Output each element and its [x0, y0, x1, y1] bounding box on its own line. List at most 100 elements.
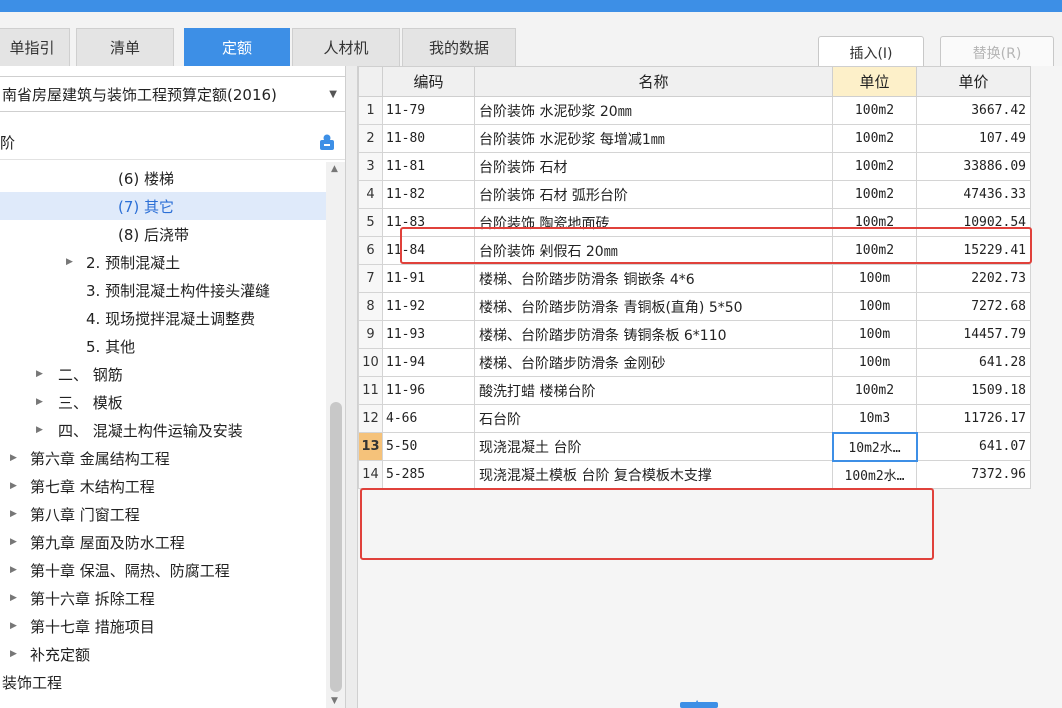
code-cell[interactable]: 11-83: [382, 208, 475, 237]
chevron-right-icon[interactable]: ▶: [10, 537, 17, 547]
tree-item[interactable]: ▶ 三、 模板: [0, 388, 326, 416]
scroll-down-icon[interactable]: ▼: [331, 696, 338, 706]
code-cell[interactable]: 11-82: [382, 180, 475, 209]
name-cell[interactable]: 楼梯、台阶踏步防滑条 青铜板(直角) 5*50: [474, 292, 833, 321]
unit-cell-editing[interactable]: 10m2水…: [831, 431, 918, 462]
tree-item[interactable]: ▶ 第十七章 措施项目: [0, 612, 326, 640]
tab-guide[interactable]: 单指引: [0, 28, 70, 66]
code-cell[interactable]: 11-79: [382, 96, 475, 125]
name-cell[interactable]: 楼梯、台阶踏步防滑条 金刚砂: [474, 348, 833, 377]
name-column-header[interactable]: 名称: [474, 66, 833, 97]
collapse-up-icon[interactable]: ▲: [694, 698, 700, 707]
table-row[interactable]: 1 11-79 台阶装饰 水泥砂浆 20㎜ 100m2 3667.42: [358, 96, 1031, 125]
code-cell[interactable]: 11-81: [382, 152, 475, 181]
chevron-right-icon[interactable]: ▶: [10, 649, 17, 659]
tree-item[interactable]: 4. 现场搅拌混凝土调整费: [0, 304, 326, 332]
price-cell[interactable]: 7372.96: [916, 460, 1031, 489]
tree-item[interactable]: (8) 后浇带: [0, 220, 326, 248]
search-input[interactable]: 阶: [0, 132, 15, 153]
tree-item[interactable]: 装饰工程: [0, 668, 326, 696]
tree-item[interactable]: 3. 预制混凝土构件接头灌缝: [0, 276, 326, 304]
chevron-right-icon[interactable]: ▶: [66, 257, 73, 267]
name-cell[interactable]: 现浇混凝土 台阶: [474, 432, 833, 461]
tree-item[interactable]: ▶ 第十六章 拆除工程: [0, 584, 326, 612]
name-cell[interactable]: 台阶装饰 剁假石 20㎜: [474, 236, 833, 265]
chevron-right-icon[interactable]: ▶: [10, 593, 17, 603]
search-row[interactable]: 阶: [0, 124, 345, 160]
price-cell[interactable]: 641.07: [916, 432, 1031, 461]
tab-bill[interactable]: 清单: [76, 28, 174, 66]
chevron-right-icon[interactable]: ▶: [10, 565, 17, 575]
tree-item[interactable]: ▶ 第九章 屋面及防水工程: [0, 528, 326, 556]
price-cell[interactable]: 11726.17: [916, 404, 1031, 433]
chevron-right-icon[interactable]: ▶: [10, 509, 17, 519]
price-cell[interactable]: 33886.09: [916, 152, 1031, 181]
panel-splitter[interactable]: [346, 66, 358, 708]
name-cell[interactable]: 台阶装饰 石材 弧形台阶: [474, 180, 833, 209]
tree-item[interactable]: ▶ 第七章 木结构工程: [0, 472, 326, 500]
unit-cell[interactable]: 10m3: [832, 404, 917, 433]
tree-item[interactable]: ▶ 第十章 保温、隔热、防腐工程: [0, 556, 326, 584]
price-cell[interactable]: 10902.54: [916, 208, 1031, 237]
code-cell[interactable]: 11-92: [382, 292, 475, 321]
tree-item[interactable]: ▶ 四、 混凝土构件运输及安装: [0, 416, 326, 444]
table-row-current[interactable]: 13 5-50 现浇混凝土 台阶 10m2水… 641.07: [358, 431, 1031, 462]
code-cell[interactable]: 5-285: [382, 460, 475, 489]
code-cell[interactable]: 11-93: [382, 320, 475, 349]
price-cell[interactable]: 14457.79: [916, 320, 1031, 349]
code-cell[interactable]: 11-84: [382, 236, 475, 265]
tree-scrollbar-thumb[interactable]: [330, 402, 342, 692]
code-cell[interactable]: 4-66: [382, 404, 475, 433]
code-cell[interactable]: 11-91: [382, 264, 475, 293]
price-cell[interactable]: 641.28: [916, 348, 1031, 377]
tree-item[interactable]: (6) 楼梯: [0, 164, 326, 192]
table-row[interactable]: 10 11-94 楼梯、台阶踏步防滑条 金刚砂 100m 641.28: [358, 348, 1031, 377]
replace-button[interactable]: 替换(R): [940, 36, 1054, 70]
table-row[interactable]: 8 11-92 楼梯、台阶踏步防滑条 青铜板(直角) 5*50 100m 7272.68: [358, 292, 1031, 321]
chevron-right-icon[interactable]: ▶: [36, 369, 43, 379]
name-cell[interactable]: 酸洗打蜡 楼梯台阶: [474, 376, 833, 405]
chevron-right-icon[interactable]: ▶: [10, 621, 17, 631]
price-cell[interactable]: 2202.73: [916, 264, 1031, 293]
tree-item-selected[interactable]: (7) 其它: [0, 192, 326, 220]
price-cell[interactable]: 7272.68: [916, 292, 1031, 321]
unit-cell[interactable]: 100m: [832, 292, 917, 321]
name-cell[interactable]: 现浇混凝土模板 台阶 复合模板木支撑: [474, 460, 833, 489]
chevron-right-icon[interactable]: ▶: [36, 425, 43, 435]
unit-cell[interactable]: 100m2: [832, 208, 917, 237]
table-row[interactable]: 14 5-285 现浇混凝土模板 台阶 复合模板木支撑 100m2水… 7372.96: [358, 460, 1031, 489]
price-cell[interactable]: 47436.33: [916, 180, 1031, 209]
code-cell[interactable]: 11-96: [382, 376, 475, 405]
tree-item[interactable]: 5. 其他: [0, 332, 326, 360]
price-cell[interactable]: 3667.42: [916, 96, 1031, 125]
table-row[interactable]: 6 11-84 台阶装饰 剁假石 20㎜ 100m2 15229.41: [358, 236, 1031, 265]
code-cell[interactable]: 11-80: [382, 124, 475, 153]
table-row[interactable]: 7 11-91 楼梯、台阶踏步防滑条 铜嵌条 4*6 100m 2202.73: [358, 264, 1031, 293]
unit-cell[interactable]: 100m2水…: [832, 460, 917, 489]
tree-item[interactable]: ▶ 补充定额: [0, 640, 326, 668]
table-row[interactable]: 9 11-93 楼梯、台阶踏步防滑条 铸铜条板 6*110 100m 14457.79: [358, 320, 1031, 349]
table-row[interactable]: 12 4-66 石台阶 10m3 11726.17: [358, 404, 1031, 433]
price-cell[interactable]: 107.49: [916, 124, 1031, 153]
table-row[interactable]: 4 11-82 台阶装饰 石材 弧形台阶 100m2 47436.33: [358, 180, 1031, 209]
unit-cell[interactable]: 100m2: [832, 376, 917, 405]
price-cell[interactable]: 1509.18: [916, 376, 1031, 405]
tree-scrollbar[interactable]: ▲ ▼: [326, 162, 345, 708]
tree-item[interactable]: ▶ 第六章 金属结构工程: [0, 444, 326, 472]
name-cell[interactable]: 台阶装饰 水泥砂浆 每增减1㎜: [474, 124, 833, 153]
name-cell[interactable]: 楼梯、台阶踏步防滑条 铜嵌条 4*6: [474, 264, 833, 293]
unit-cell[interactable]: 100m: [832, 264, 917, 293]
name-cell[interactable]: 石台阶: [474, 404, 833, 433]
tab-quota[interactable]: 定额: [184, 28, 290, 66]
unit-cell[interactable]: 100m: [832, 348, 917, 377]
code-column-header[interactable]: 编码: [382, 66, 475, 97]
unit-cell[interactable]: 100m2: [832, 236, 917, 265]
name-cell[interactable]: 台阶装饰 陶瓷地面砖: [474, 208, 833, 237]
unit-cell[interactable]: 100m2: [832, 152, 917, 181]
code-cell[interactable]: 11-94: [382, 348, 475, 377]
table-row[interactable]: 5 11-83 台阶装饰 陶瓷地面砖 100m2 10902.54: [358, 208, 1031, 237]
chevron-right-icon[interactable]: ▶: [10, 453, 17, 463]
table-row[interactable]: 11 11-96 酸洗打蜡 楼梯台阶 100m2 1509.18: [358, 376, 1031, 405]
scroll-up-icon[interactable]: ▲: [331, 164, 338, 174]
unit-column-header[interactable]: 单位: [832, 66, 917, 97]
